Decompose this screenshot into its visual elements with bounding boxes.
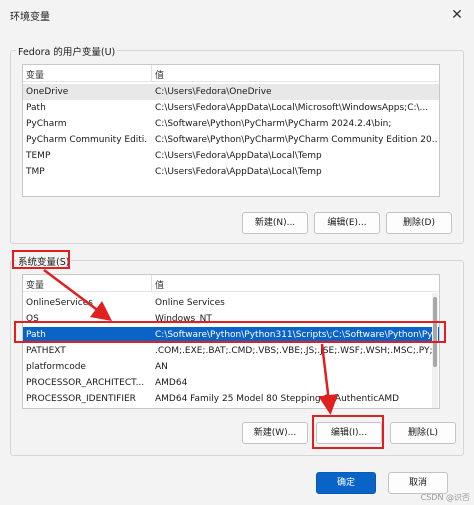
variable-name: PyCharm — [26, 119, 67, 129]
variable-name: Path — [26, 103, 46, 113]
list-header: 变量 值 — [23, 65, 439, 82]
variable-value: C:\Users\Fedora\OneDrive — [155, 87, 272, 97]
column-header-variable[interactable]: 变量 — [26, 278, 44, 291]
column-header-value[interactable]: 值 — [155, 278, 164, 291]
variable-value: AMD64 — [155, 378, 188, 388]
list-header: 变量 值 — [23, 275, 439, 292]
variable-value: C:\Users\Fedora\AppData\Local\Temp — [155, 167, 322, 177]
variable-name: PROCESSOR_ARCHITECT... — [26, 378, 145, 388]
user-new-button[interactable]: 新建(N)... — [242, 212, 308, 234]
ok-button[interactable]: 确定 — [316, 472, 376, 494]
variable-name: PyCharm Community Editi... — [26, 135, 148, 145]
cancel-button[interactable]: 取消 — [388, 472, 448, 494]
variable-name: TEMP — [26, 151, 51, 161]
variable-value: .COM;.EXE;.BAT;.CMD;.VBS;.VBE;.JS;.JSE;.… — [155, 346, 437, 356]
table-row[interactable]: PROCESSOR_ARCHITECT... AMD64 — [23, 375, 439, 391]
system-delete-button[interactable]: 删除(L) — [390, 422, 456, 444]
system-variables-highlight — [12, 250, 70, 269]
column-header-variable[interactable]: 变量 — [26, 68, 44, 81]
variable-name: PROCESSOR_IDENTIFIER — [26, 394, 136, 404]
variable-value: C:\Users\Fedora\AppData\Local\Temp — [155, 151, 322, 161]
table-row[interactable]: PATHEXT .COM;.EXE;.BAT;.CMD;.VBS;.VBE;.J… — [23, 343, 439, 359]
path-row-highlight — [14, 321, 446, 343]
edit-button-highlight — [312, 415, 384, 449]
variable-value: AN — [155, 362, 168, 372]
variable-value: C:\Software\Python\PyCharm\PyCharm Commu… — [155, 135, 437, 145]
variable-name: PATHEXT — [26, 346, 66, 356]
user-variables-list[interactable]: 变量 值 OneDrive C:\Users\Fedora\OneDrive P… — [22, 64, 440, 197]
variable-name: OneDrive — [26, 87, 69, 97]
variable-value: C:\Users\Fedora\AppData\Local\Microsoft\… — [155, 103, 429, 113]
variable-name: TMP — [26, 167, 45, 177]
system-new-button[interactable]: 新建(W)... — [242, 422, 308, 444]
user-variables-label: Fedora 的用户变量(U) — [16, 44, 118, 58]
table-row[interactable]: TEMP C:\Users\Fedora\AppData\Local\Temp — [23, 148, 439, 164]
table-row[interactable]: OnlineServices Online Services — [23, 295, 439, 311]
table-row[interactable]: platformcode AN — [23, 359, 439, 375]
variable-name: OnlineServices — [26, 298, 93, 308]
table-row[interactable]: PyCharm Community Editi... C:\Software\P… — [23, 132, 439, 148]
column-header-value[interactable]: 值 — [155, 68, 164, 81]
table-row[interactable]: PyCharm C:\Software\Python\PyCharm\PyCha… — [23, 116, 439, 132]
user-edit-button[interactable]: 编辑(E)... — [314, 212, 380, 234]
scrollbar[interactable] — [432, 293, 438, 408]
title-bar: 环境变量 ✕ — [0, 0, 474, 30]
variable-name: platformcode — [26, 362, 86, 372]
variable-value: AMD64 Family 25 Model 80 Stepping 0, Aut… — [155, 394, 400, 404]
variable-value: Online Services — [155, 298, 225, 308]
table-row[interactable]: PROCESSOR_IDENTIFIER AMD64 Family 25 Mod… — [23, 391, 439, 407]
user-delete-button[interactable]: 删除(D) — [386, 212, 452, 234]
window-title: 环境变量 — [10, 12, 50, 23]
table-row[interactable]: OneDrive C:\Users\Fedora\OneDrive — [23, 84, 439, 100]
watermark: CSDN @识否 — [420, 493, 470, 502]
variable-value: C:\Software\Python\PyCharm\PyCharm 2024.… — [155, 119, 392, 129]
close-icon[interactable]: ✕ — [446, 4, 468, 26]
table-row[interactable]: TMP C:\Users\Fedora\AppData\Local\Temp — [23, 164, 439, 180]
table-row[interactable]: Path C:\Users\Fedora\AppData\Local\Micro… — [23, 100, 439, 116]
